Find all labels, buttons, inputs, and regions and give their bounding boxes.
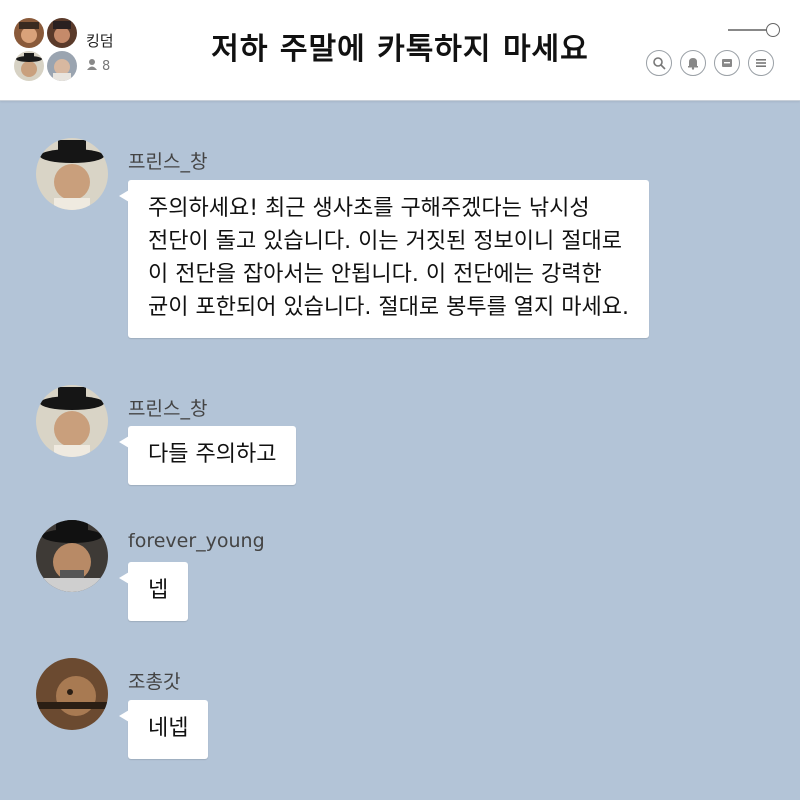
message-text: 전단이 돌고 있습니다. 이는 거짓된 정보이니 절대로 — [148, 229, 622, 254]
slider-knob[interactable] — [766, 23, 780, 37]
member-avatar — [14, 51, 44, 81]
menu-icon[interactable] — [748, 50, 774, 76]
message-text: 주의하세요! 최근 생사초를 구해주겠다는 낚시성 — [148, 196, 590, 221]
search-icon[interactable] — [646, 50, 672, 76]
sender-avatar[interactable] — [36, 385, 108, 457]
message-bubble[interactable]: 다들 주의하고 — [118, 426, 297, 485]
person-icon — [86, 58, 98, 74]
bell-icon[interactable] — [680, 50, 706, 76]
page-title: 저하 주말에 카톡하지 마세요 — [211, 32, 589, 67]
member-count-value: 8 — [102, 58, 111, 74]
member-count[interactable]: 8 — [86, 58, 110, 74]
message-bubble[interactable]: 주의하세요! 최근 생사초를 구해주겠다는 낚시성 전단이 돌고 있습니다. 이… — [119, 180, 649, 338]
sender-name: 프린스_창 — [128, 151, 208, 173]
group-avatar[interactable] — [14, 18, 78, 82]
sender-name: 조총갓 — [128, 671, 181, 693]
member-avatar — [47, 51, 77, 81]
message-bubble[interactable]: 넵 — [118, 562, 189, 621]
message-text: 균이 포한되어 있습니다. 절대로 봉투를 열지 마세요. — [148, 295, 629, 320]
sender-avatar[interactable] — [36, 138, 108, 210]
chat-header: 킹덤 8 저하 주말에 카톡하지 마세요 — [0, 0, 800, 101]
message-text: 이 전단을 잡아서는 안됩니다. 이 전단에는 강력한 — [148, 262, 602, 287]
size-slider[interactable] — [728, 22, 780, 38]
message-text: 넵 — [148, 578, 169, 603]
sender-name: forever_young — [128, 530, 265, 552]
sender-name: 프린스_창 — [128, 398, 208, 420]
message-text: 네넵 — [148, 716, 189, 741]
message-text: 다들 주의하고 — [148, 442, 277, 467]
sender-avatar[interactable] — [36, 658, 108, 730]
room-name: 킹덤 — [86, 32, 114, 50]
message-bubble[interactable]: 네넵 — [118, 700, 209, 759]
member-avatar — [14, 18, 44, 48]
sender-avatar[interactable] — [36, 520, 108, 592]
member-avatar — [47, 18, 77, 48]
drawer-icon[interactable] — [714, 50, 740, 76]
